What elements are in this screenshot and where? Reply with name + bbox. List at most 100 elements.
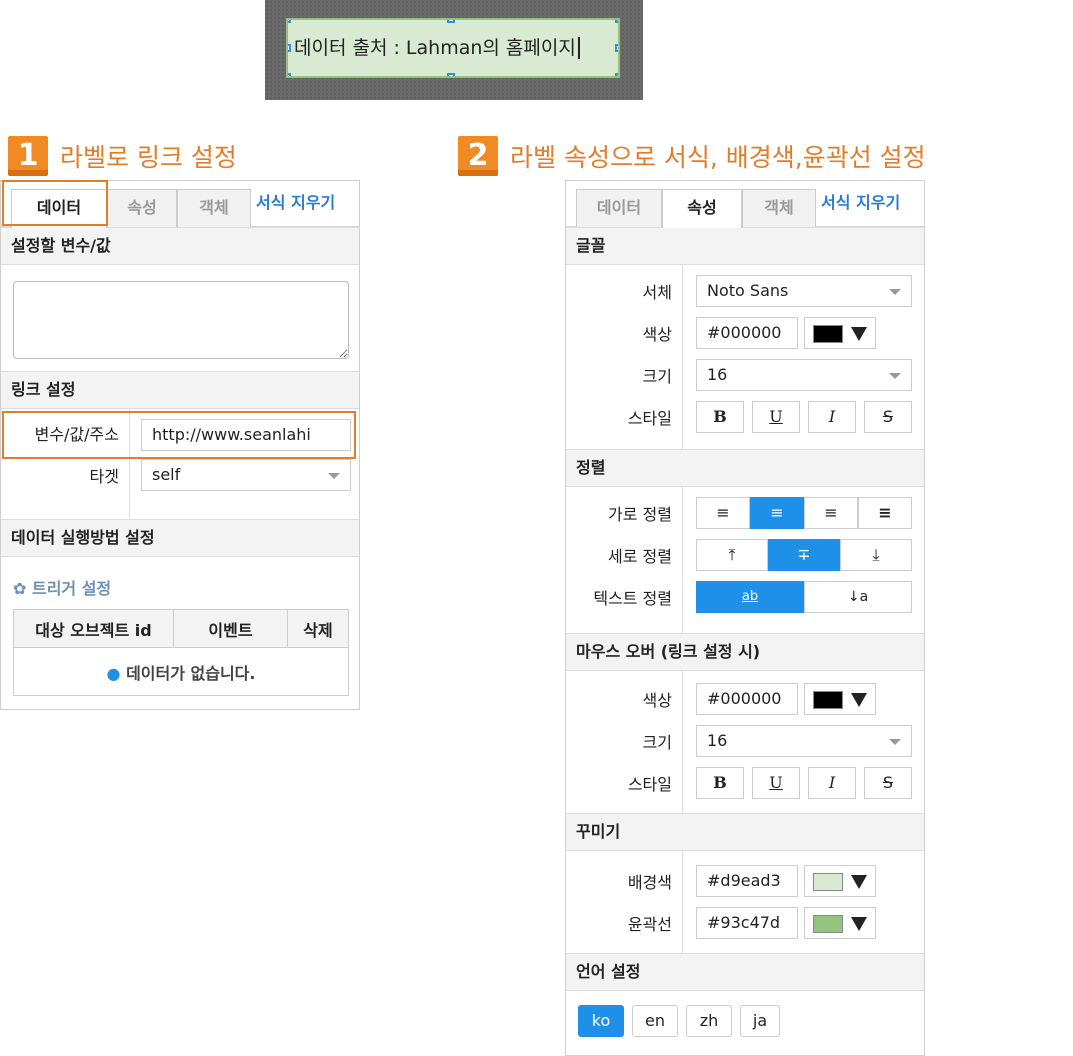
section-decor: 꾸미기 — [566, 813, 924, 851]
size-select[interactable]: 16 — [696, 359, 912, 391]
resize-handle[interactable] — [288, 20, 291, 23]
style-label: 스타일 — [627, 409, 672, 428]
empty-row: ● 데이터가 없습니다. — [13, 647, 349, 696]
step1-badge: 1 — [8, 136, 48, 176]
strikethrough-button[interactable]: S — [864, 401, 912, 433]
align-center-icon[interactable]: ≡ — [750, 497, 804, 529]
size-value: 16 — [707, 365, 728, 384]
color-label: 색상 — [642, 325, 672, 344]
col-event: 이벤트 — [173, 609, 288, 648]
text-vertical-icon[interactable]: ↓a — [804, 581, 912, 613]
align-top-icon[interactable]: ⤒ — [696, 539, 768, 571]
bold-button[interactable]: B — [696, 401, 744, 433]
target-select[interactable]: self — [141, 459, 351, 491]
resize-handle[interactable] — [615, 44, 618, 52]
highlight-data-tab — [2, 180, 108, 226]
section-align: 정렬 — [566, 449, 924, 487]
resize-handle[interactable] — [615, 73, 618, 76]
color-swatch — [813, 873, 843, 891]
chevron-down-icon — [328, 473, 340, 479]
hover-color-label: 색상 — [642, 691, 672, 710]
hover-color-picker[interactable] — [804, 683, 876, 715]
step2-heading: 2 라벨 속성으로 서식, 배경색,윤곽선 설정 — [458, 136, 926, 176]
bg-label: 배경색 — [627, 873, 672, 892]
table-header: 대상 오브젝트 id 이벤트 삭제 — [13, 609, 349, 648]
hover-color-input[interactable]: #000000 — [696, 683, 798, 715]
variable-textarea[interactable] — [13, 281, 349, 359]
font-label: 서체 — [642, 283, 672, 302]
hover-italic-button[interactable]: I — [808, 767, 856, 799]
decor-fields: 배경색 #d9ead3 윤곽선 #93c47d — [566, 851, 924, 953]
font-select[interactable]: Noto Sans — [696, 275, 912, 307]
resize-handle[interactable] — [288, 73, 291, 76]
lang-zh-button[interactable]: zh — [686, 1005, 732, 1037]
trigger-label: 트리거 설정 — [31, 579, 112, 598]
font-fields: 서체 Noto Sans 색상 #000000 크기 16 스타일 B U I … — [566, 265, 924, 449]
text-horizontal-icon[interactable]: ab — [696, 581, 804, 613]
align-right-icon[interactable]: ≡ — [804, 497, 858, 529]
empty-text: 데이터가 없습니다. — [126, 663, 256, 683]
dropdown-arrow-icon — [851, 327, 867, 341]
target-label: 타겟 — [89, 467, 119, 486]
clear-format-link[interactable]: 서식 지우기 — [256, 189, 335, 213]
lang-ko-button[interactable]: ko — [578, 1005, 624, 1037]
align-left-icon[interactable]: ≡ — [696, 497, 750, 529]
border-color-input[interactable]: #93c47d — [696, 907, 798, 939]
size-label: 크기 — [642, 367, 672, 386]
color-input[interactable]: #000000 — [696, 317, 798, 349]
tab-object[interactable]: 객체 — [742, 189, 816, 227]
language-buttons: ko en zh ja — [566, 991, 924, 1051]
hover-underline-button[interactable]: U — [752, 767, 800, 799]
hover-size-select[interactable]: 16 — [696, 725, 912, 757]
hover-fields: 색상 #000000 크기 16 스타일 B U I S — [566, 671, 924, 813]
section-font: 글꼴 — [566, 227, 924, 265]
dropdown-arrow-icon — [851, 917, 867, 931]
section-variable: 설정할 변수/값 — [1, 227, 359, 265]
bg-color-input[interactable]: #d9ead3 — [696, 865, 798, 897]
font-value: Noto Sans — [707, 281, 789, 300]
tab-data[interactable]: 데이터 — [576, 189, 662, 227]
step2-title: 라벨 속성으로 서식, 배경색,윤곽선 설정 — [510, 143, 926, 172]
hover-bold-button[interactable]: B — [696, 767, 744, 799]
step1-title: 라벨로 링크 설정 — [60, 143, 237, 172]
section-hover: 마우스 오버 (링크 설정 시) — [566, 633, 924, 671]
color-swatch — [813, 691, 843, 709]
color-swatch — [813, 325, 843, 343]
resize-handle[interactable] — [288, 44, 291, 52]
right-panel: 데이터 속성 객체 서식 지우기 글꼴 서체 Noto Sans 색상 #000… — [565, 180, 925, 1056]
highlight-link-field — [2, 411, 356, 459]
variable-area — [1, 265, 359, 371]
canvas-label[interactable]: 데이터 출처 : Lahman의 홈페이지 — [286, 18, 620, 78]
step1-heading: 1 라벨로 링크 설정 — [8, 136, 237, 176]
underline-button[interactable]: U — [752, 401, 800, 433]
tab-object[interactable]: 객체 — [177, 189, 251, 227]
border-label: 윤곽선 — [627, 915, 672, 934]
color-picker[interactable] — [804, 317, 876, 349]
right-tabbar: 데이터 속성 객체 서식 지우기 — [566, 181, 924, 228]
section-link: 링크 설정 — [1, 371, 359, 409]
lang-ja-button[interactable]: ja — [740, 1005, 780, 1037]
bg-color-picker[interactable] — [804, 865, 876, 897]
chevron-down-icon — [889, 289, 901, 295]
align-bottom-icon[interactable]: ⤓ — [840, 539, 912, 571]
resize-handle[interactable] — [447, 73, 455, 76]
trigger-table: 대상 오브젝트 id 이벤트 삭제 ● 데이터가 없습니다. — [13, 609, 349, 696]
clear-format-link[interactable]: 서식 지우기 — [821, 189, 900, 213]
valign-label: 세로 정렬 — [608, 547, 672, 566]
resize-handle[interactable] — [615, 20, 618, 23]
tab-props[interactable]: 속성 — [107, 189, 177, 227]
col-object-id: 대상 오브젝트 id — [13, 609, 174, 648]
hover-style-label: 스타일 — [627, 775, 672, 794]
hover-strikethrough-button[interactable]: S — [864, 767, 912, 799]
lang-en-button[interactable]: en — [632, 1005, 678, 1037]
section-exec: 데이터 실행방법 설정 — [1, 519, 359, 557]
resize-handle[interactable] — [447, 20, 455, 23]
tab-props[interactable]: 속성 — [662, 189, 742, 228]
align-justify-icon[interactable]: ≡ — [858, 497, 912, 529]
hover-size-label: 크기 — [642, 733, 672, 752]
italic-button[interactable]: I — [808, 401, 856, 433]
align-middle-icon[interactable]: ∓ — [768, 539, 840, 571]
border-color-picker[interactable] — [804, 907, 876, 939]
col-delete: 삭제 — [287, 609, 349, 648]
trigger-settings-link[interactable]: ✿ 트리거 설정 — [13, 575, 111, 599]
